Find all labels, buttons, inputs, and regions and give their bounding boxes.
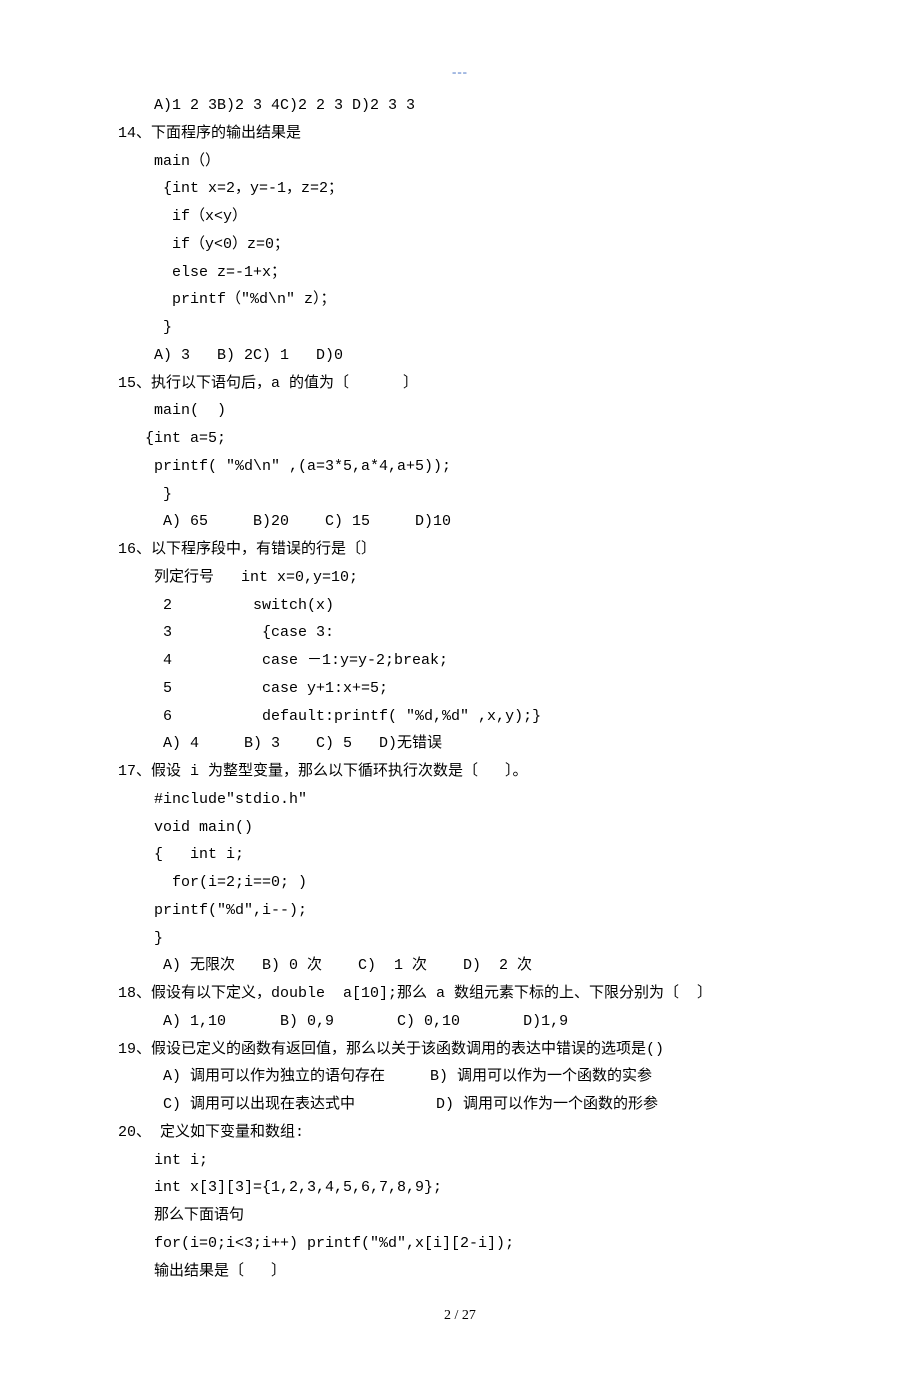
q15-code-line: printf( "%d\n" ,(a=3*5,a*4,a+5)); (118, 458, 451, 475)
q14-code-line: {int x=2，y=-1，z=2； (118, 180, 343, 197)
q20-code-line: for(i=0;i<3;i++) printf("%d",x[i][2-i]); (118, 1235, 514, 1252)
q15-code-line: } (118, 486, 172, 503)
q17-code-line: #include"stdio.h" (118, 791, 307, 808)
q14-code-line: main（） (118, 153, 220, 170)
q20-code-line: int x[3][3]={1,2,3,4,5,6,7,8,9}; (118, 1179, 442, 1196)
q17-options: A) 无限次 B) 0 次 C) 1 次 D) 2 次 (118, 957, 532, 974)
q17-code-line: printf("%d",i--); (118, 902, 307, 919)
q14-code-line: if（y<0）z=0； (118, 236, 289, 253)
q17-stem: 17、假设 i 为整型变量，那么以下循环执行次数是〔 〕。 (118, 763, 528, 780)
q17-code-line: for(i=2;i==0; ) (118, 874, 307, 891)
q17-code-line: } (118, 930, 163, 947)
q16-code-line: 4 case －1:y=y-2;break; (118, 652, 448, 669)
q14-code-line: } (118, 319, 172, 336)
q15-code-line: main( ) (118, 402, 226, 419)
q20-stem: 20、 定义如下变量和数组: (118, 1124, 304, 1141)
q20-code-line: int i; (118, 1152, 208, 1169)
q19-option-cd: C) 调用可以出现在表达式中 D) 调用可以作为一个函数的形参 (118, 1096, 658, 1113)
q16-code-line: 6 default:printf( "%d,%d" ,x,y);} (118, 708, 541, 725)
header-mark: --- (118, 60, 802, 84)
q20-code-line: 输出结果是〔 〕 (118, 1263, 286, 1280)
q19-option-ab: A) 调用可以作为独立的语句存在 B) 调用可以作为一个函数的实参 (118, 1068, 652, 1085)
page-container: --- A)1 2 3B)2 3 4C)2 2 3 D)2 3 3 14、下面程… (0, 0, 920, 1379)
q14-options: A) 3 B) 2C) 1 D)0 (118, 347, 343, 364)
q18-options: A) 1,10 B) 0,9 C) 0,10 D)1,9 (118, 1013, 568, 1030)
q16-code-line: 3 {case 3: (118, 624, 334, 641)
q15-stem: 15、执行以下语句后，a 的值为〔 〕 (118, 375, 418, 392)
q19-stem: 19、假设已定义的函数有返回值，那么以关于该函数调用的表达中错误的选项是() (118, 1041, 664, 1058)
q17-code-line: { int i; (118, 846, 244, 863)
q16-code-line: 列定行号 int x=0,y=10; (118, 569, 358, 586)
q20-code-line: 那么下面语句 (118, 1207, 244, 1224)
q15-code-line: {int a=5; (118, 430, 226, 447)
q16-options: A) 4 B) 3 C) 5 D)无错误 (118, 735, 442, 752)
q14-stem: 14、下面程序的输出结果是 (118, 125, 301, 142)
q14-code-line: else z=-1+x； (118, 264, 286, 281)
q15-options: A) 65 B)20 C) 15 D)10 (118, 513, 451, 530)
q13-options: A)1 2 3B)2 3 4C)2 2 3 D)2 3 3 (118, 97, 415, 114)
q16-code-line: 5 case y+1:x+=5; (118, 680, 388, 697)
q14-code-line: printf（"%d\n" z）； (118, 291, 336, 308)
q14-code-line: if（x<y） (118, 208, 247, 225)
page-number: 2 / 27 (118, 1303, 802, 1329)
q16-code-line: 2 switch(x) (118, 597, 334, 614)
document-body: A)1 2 3B)2 3 4C)2 2 3 D)2 3 3 14、下面程序的输出… (118, 92, 802, 1285)
q18-stem: 18、假设有以下定义，double a[10];那么 a 数组元素下标的上、下限… (118, 985, 712, 1002)
q17-code-line: void main() (118, 819, 253, 836)
q16-stem: 16、以下程序段中，有错误的行是〔〕 (118, 541, 376, 558)
